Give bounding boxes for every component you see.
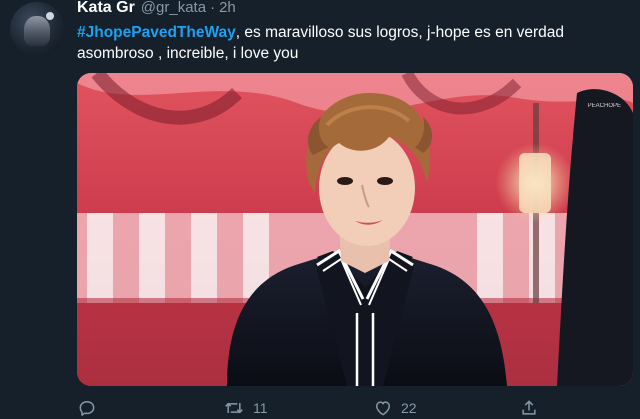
like-button[interactable]: 22 <box>373 398 417 418</box>
tweet-actions: 11 22 <box>77 398 633 419</box>
author-handle[interactable]: @gr_kata <box>141 0 206 16</box>
share-button[interactable] <box>519 398 539 418</box>
reply-button[interactable] <box>77 398 97 418</box>
hashtag-link[interactable]: #JhopePavedTheWay <box>77 24 236 41</box>
reply-icon <box>77 398 97 418</box>
avatar[interactable] <box>10 2 64 56</box>
heart-icon <box>373 398 393 418</box>
tweet-header: Kata Gr @gr_kata · 2h <box>77 0 236 19</box>
share-icon <box>519 398 539 418</box>
avatar-light <box>46 12 54 20</box>
author-name[interactable]: Kata Gr <box>77 0 135 17</box>
media-watermark: PEACHOPE <box>587 103 621 109</box>
like-count: 22 <box>401 400 417 416</box>
tweet[interactable]: Kata Gr @gr_kata · 2h #JhopePavedTheWay,… <box>0 0 640 419</box>
retweet-button[interactable]: 11 <box>223 398 268 418</box>
tweet-time[interactable]: 2h <box>219 0 236 16</box>
avatar-figure <box>24 16 50 46</box>
retweet-icon <box>223 398 245 418</box>
photo-illustration <box>77 73 633 386</box>
retweet-count: 11 <box>253 400 268 416</box>
tweet-text: #JhopePavedTheWay, es maravilloso sus lo… <box>77 22 627 64</box>
separator-dot: · <box>210 0 216 16</box>
tweet-media-image[interactable]: PEACHOPE <box>77 73 633 386</box>
